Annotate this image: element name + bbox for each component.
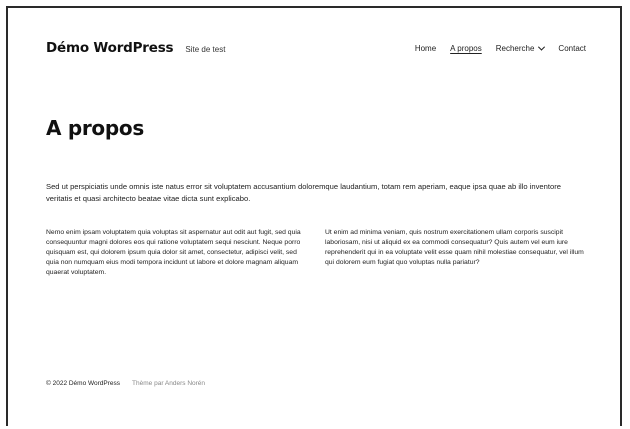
branding: Démo WordPress Site de test <box>46 40 225 56</box>
chevron-down-icon[interactable] <box>538 43 546 51</box>
text-columns: Nemo enim ipsam voluptatem quia voluptas… <box>46 228 586 278</box>
main-navigation: Home A propos Recherche Contact <box>415 43 586 53</box>
nav-item-about[interactable]: A propos <box>450 44 482 53</box>
site-title-link[interactable]: Démo WordPress <box>46 40 174 56</box>
nav-item-contact[interactable]: Contact <box>558 44 586 53</box>
column-right-text: Ut enim ad minima veniam, quis nostrum e… <box>325 229 584 266</box>
site-header: Démo WordPress Site de test Home A propo… <box>46 38 586 58</box>
page-frame <box>6 6 622 426</box>
intro-paragraph: Sed ut perspiciatis unde omnis iste natu… <box>46 182 561 203</box>
footer-copyright-link[interactable]: © 2022 Démo WordPress <box>46 380 120 387</box>
nav-item-search[interactable]: Recherche <box>495 43 546 53</box>
nav-item-search-label: Recherche <box>495 43 535 53</box>
footer-theme-credit-link[interactable]: Thème par Anders Norén <box>132 380 205 387</box>
nav-item-home[interactable]: Home <box>415 44 436 53</box>
column-left-text: Nemo enim ipsam voluptatem quia voluptas… <box>46 229 301 276</box>
page-title: A propos <box>46 116 144 140</box>
site-tagline: Site de test <box>185 45 226 54</box>
site-footer: © 2022 Démo WordPress Thème par Anders N… <box>46 380 205 387</box>
